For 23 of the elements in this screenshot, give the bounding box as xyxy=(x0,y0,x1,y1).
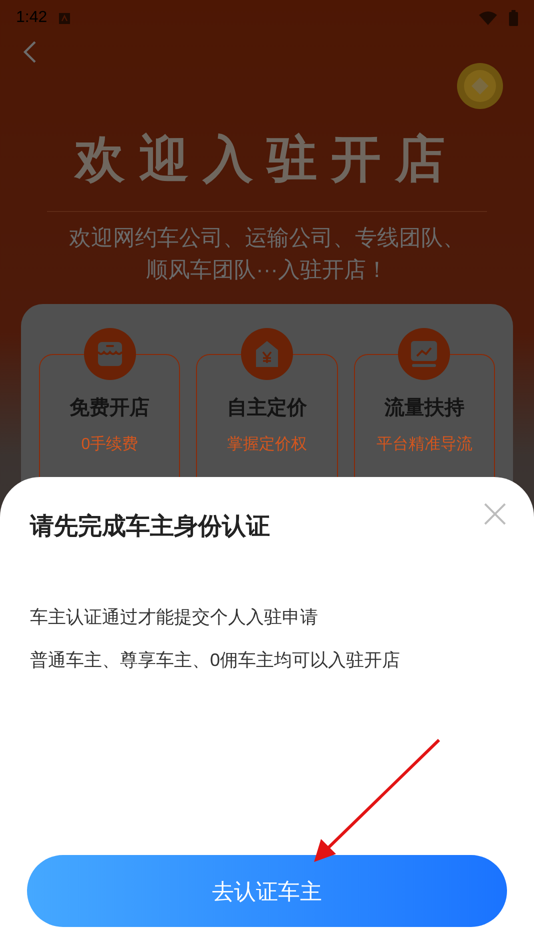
close-icon[interactable] xyxy=(484,503,506,525)
feature-desc: 0手续费 xyxy=(81,434,138,455)
verify-button[interactable]: 去认证车主 xyxy=(27,855,507,927)
feature-desc: 掌握定价权 xyxy=(226,434,307,455)
price-icon xyxy=(240,328,293,380)
hero-subtitle: 欢迎网约车公司、运输公司、专线团队、 xyxy=(69,224,465,252)
back-icon[interactable] xyxy=(23,40,37,64)
dialog-title: 请先完成车主身份认证 xyxy=(30,512,270,542)
hero-subtitle: 顺风车团队···入驻开店！ xyxy=(146,256,388,284)
store-icon xyxy=(84,328,136,380)
notification-icon xyxy=(59,12,70,24)
feature-desc: 平台精准导流 xyxy=(376,434,472,455)
status-time: 1:42 xyxy=(16,8,48,28)
coin-icon xyxy=(456,62,504,110)
dialog-text: 普通车主、尊享车主、0佣车主均可以入驻开店 xyxy=(30,649,402,672)
dialog-text: 车主认证通过才能提交个人入驻申请 xyxy=(30,606,319,629)
feature-title: 自主定价 xyxy=(226,396,307,421)
battery-icon xyxy=(509,10,518,26)
feature-title: 流量扶持 xyxy=(384,396,464,421)
chart-icon xyxy=(398,328,450,380)
feature-title: 免费开店 xyxy=(70,396,150,421)
hero-title: 欢迎入驻开店 xyxy=(73,130,460,189)
wifi-icon xyxy=(479,11,497,25)
